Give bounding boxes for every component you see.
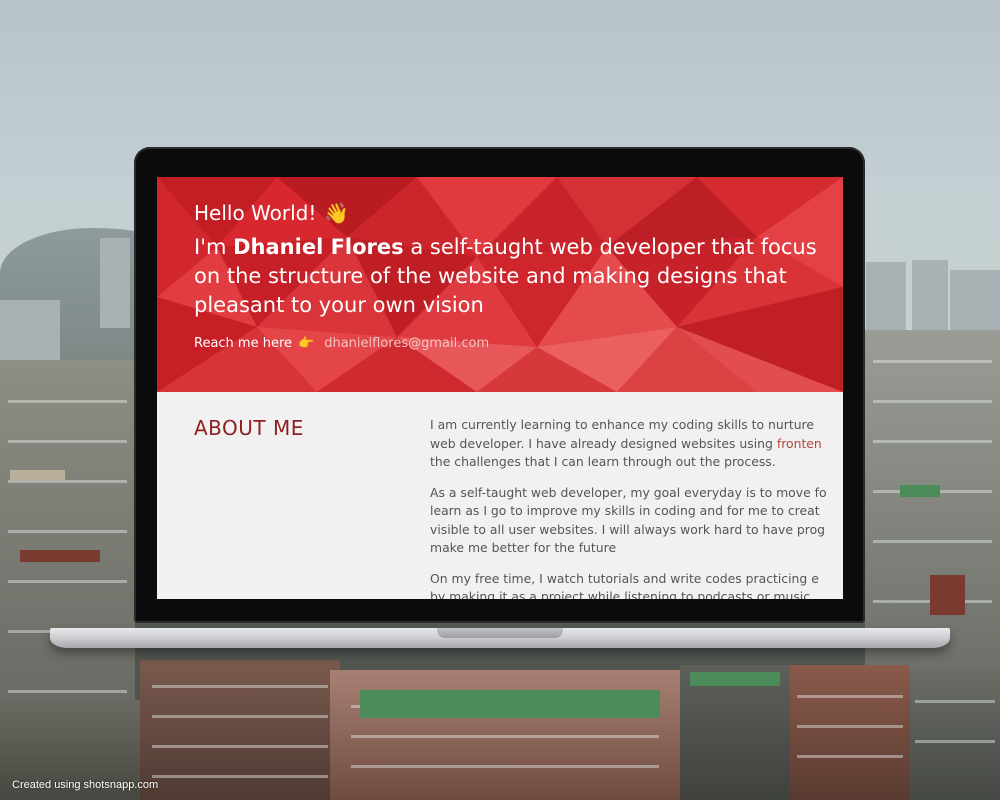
intro-line-1-rest: a self-taught web developer that focus [410, 235, 817, 259]
about-p3-line1: On my free time, I watch tutorials and w… [430, 570, 819, 586]
about-p1-line1: I am currently learning to enhance my co… [430, 417, 815, 432]
roof [900, 485, 940, 497]
distant-building [912, 260, 948, 340]
about-p1-line3: the challenges that I can learn through … [430, 454, 776, 469]
frontend-highlight: fronten [776, 435, 822, 451]
distant-building [866, 262, 906, 332]
about-p1-line2: web developer. I have already designed w… [430, 435, 777, 451]
laptop-screen: Hello World! 👋 I'm Dhaniel Flores a self… [157, 177, 843, 599]
intro-line-3: pleasant to your own vision [194, 293, 484, 317]
watermark-text: Created using shotsnapp.com [12, 779, 159, 791]
about-p2-line3: visible to all user websites. I will alw… [430, 521, 826, 537]
about-p2-line4: make me better for the future [430, 540, 617, 555]
greeting-heading: Hello World! 👋 [194, 201, 843, 225]
about-paragraph-3: On my free time, I watch tutorials and w… [430, 570, 843, 600]
email-link[interactable]: dhanielflores@gmail.com [324, 336, 489, 351]
about-p2-line2: learn as I go to improve my skills in co… [430, 503, 820, 518]
reach-label: Reach me here [194, 336, 293, 351]
about-paragraph-2: As a self-taught web developer, my goal … [430, 484, 843, 558]
distant-building [0, 300, 60, 360]
greeting-text: Hello World! [194, 201, 317, 225]
laptop-notch [437, 628, 563, 638]
roof [930, 575, 965, 615]
pointing-hand-icon: 👉 [298, 336, 315, 351]
foreground-building [910, 670, 1000, 800]
about-title: ABOUT ME [194, 416, 304, 440]
about-body: I am currently learning to enhance my co… [430, 416, 843, 599]
mockup-scene: Hello World! 👋 I'm Dhaniel Flores a self… [0, 0, 1000, 800]
distant-building [100, 238, 130, 328]
about-p3-line2: by making it as a project while listenin… [430, 589, 814, 599]
waving-hand-icon: 👋 [324, 201, 350, 225]
about-section: ABOUT ME I am currently learning to enha… [157, 392, 843, 599]
green-roof [360, 690, 660, 718]
hero-content: Hello World! 👋 I'm Dhaniel Flores a self… [194, 201, 843, 351]
green-roof [690, 672, 780, 686]
developer-name: Dhaniel Flores [233, 235, 404, 259]
about-paragraph-1: I am currently learning to enhance my co… [430, 416, 843, 472]
hero-section: Hello World! 👋 I'm Dhaniel Flores a self… [157, 177, 843, 392]
intro-line-2: on the structure of the website and maki… [194, 264, 787, 288]
intro-prefix: I'm [194, 235, 227, 259]
intro-text: I'm Dhaniel Flores a self-taught web dev… [194, 233, 843, 320]
foreground-building [140, 660, 340, 800]
foreground-building [790, 665, 910, 800]
roof [20, 550, 100, 562]
roof [10, 470, 65, 480]
contact-line: Reach me here 👉 dhanielflores@gmail.com [194, 336, 843, 351]
about-p2-line1: As a self-taught web developer, my goal … [430, 484, 827, 500]
intro-line-1: I'm Dhaniel Flores a self-taught web dev… [194, 233, 843, 262]
